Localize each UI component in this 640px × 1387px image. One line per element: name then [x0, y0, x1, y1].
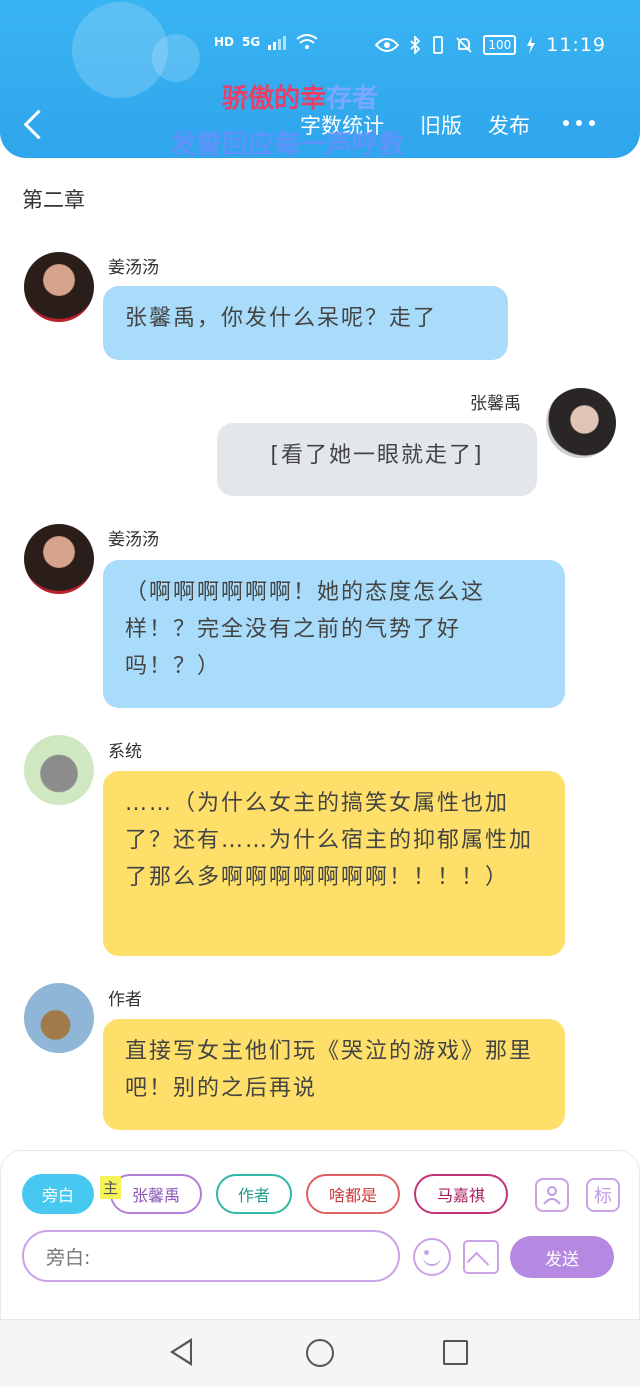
chapter-title: 第二章 [22, 188, 85, 212]
avatar[interactable] [24, 983, 94, 1053]
status-bar: HD 5G 100 11:19 [0, 32, 640, 62]
nav-home-icon[interactable] [306, 1339, 334, 1367]
role-chip-zhang[interactable]: 张馨禹 [110, 1174, 202, 1214]
emoji-icon[interactable] [413, 1238, 451, 1276]
role-chip-narrator[interactable]: 旁白 [22, 1174, 94, 1214]
person-icon[interactable] [535, 1178, 569, 1212]
message-input[interactable]: 旁白: [22, 1230, 400, 1282]
main-role-tag: 主 [100, 1176, 122, 1199]
sender-name: 张馨禹 [470, 394, 521, 414]
message-bubble: ……（为什么女主的搞笑女属性也加了？还有……为什么宿主的抑郁属性加了那么多啊啊啊… [103, 771, 565, 956]
send-button[interactable]: 发送 [510, 1236, 614, 1278]
message-bubble: 直接写女主他们玩《哭泣的游戏》那里吧！别的之后再说 [103, 1019, 565, 1130]
publish-button[interactable]: 发布 [488, 110, 530, 140]
more-icon[interactable] [563, 120, 595, 126]
sender-name: 作者 [108, 990, 142, 1010]
nav-back-icon[interactable] [170, 1338, 192, 1366]
sender-name: 姜汤汤 [108, 258, 159, 278]
role-chip-ma[interactable]: 马嘉祺 [414, 1174, 508, 1214]
network-hd-label: HD [214, 35, 235, 49]
tag-icon[interactable]: 标 [586, 1178, 620, 1212]
eye-icon [375, 38, 400, 52]
role-chip-anything[interactable]: 啥都是 [306, 1174, 400, 1214]
mute-bell-icon [456, 37, 472, 53]
vibrate-icon [433, 36, 444, 54]
charging-icon [527, 36, 536, 54]
role-chip-author[interactable]: 作者 [216, 1174, 292, 1214]
clock: 11:19 [546, 34, 606, 56]
image-icon[interactable] [463, 1240, 499, 1274]
top-header: HD 5G 100 11:19 骄傲的幸存者 字数统计 旧版 发布 发誓回应每一… [0, 0, 640, 158]
avatar[interactable] [24, 735, 94, 805]
avatar[interactable] [546, 388, 616, 458]
network-5g-label: 5G [242, 35, 261, 49]
battery-level: 100 [483, 35, 517, 55]
avatar[interactable] [24, 252, 94, 322]
sender-name: 姜汤汤 [108, 530, 159, 550]
input-placeholder: 旁白: [46, 1246, 91, 1269]
bluetooth-icon [410, 36, 421, 54]
signal-icon [268, 36, 287, 50]
overlay-subtitle: 发誓回应每一声呼救 [170, 130, 405, 158]
avatar[interactable] [24, 524, 94, 594]
message-bubble: （啊啊啊啊啊啊！她的态度怎么这样！？完全没有之前的气势了好吗！？） [103, 560, 565, 708]
message-bubble: [看了她一眼就走了] [217, 423, 537, 496]
back-icon[interactable] [22, 108, 50, 142]
message-bubble: 张馨禹，你发什么呆呢？走了 [103, 286, 508, 360]
sender-name: 系统 [108, 742, 142, 762]
nav-recent-icon[interactable] [443, 1340, 468, 1365]
old-version-button[interactable]: 旧版 [420, 110, 462, 140]
wifi-icon [296, 34, 318, 49]
